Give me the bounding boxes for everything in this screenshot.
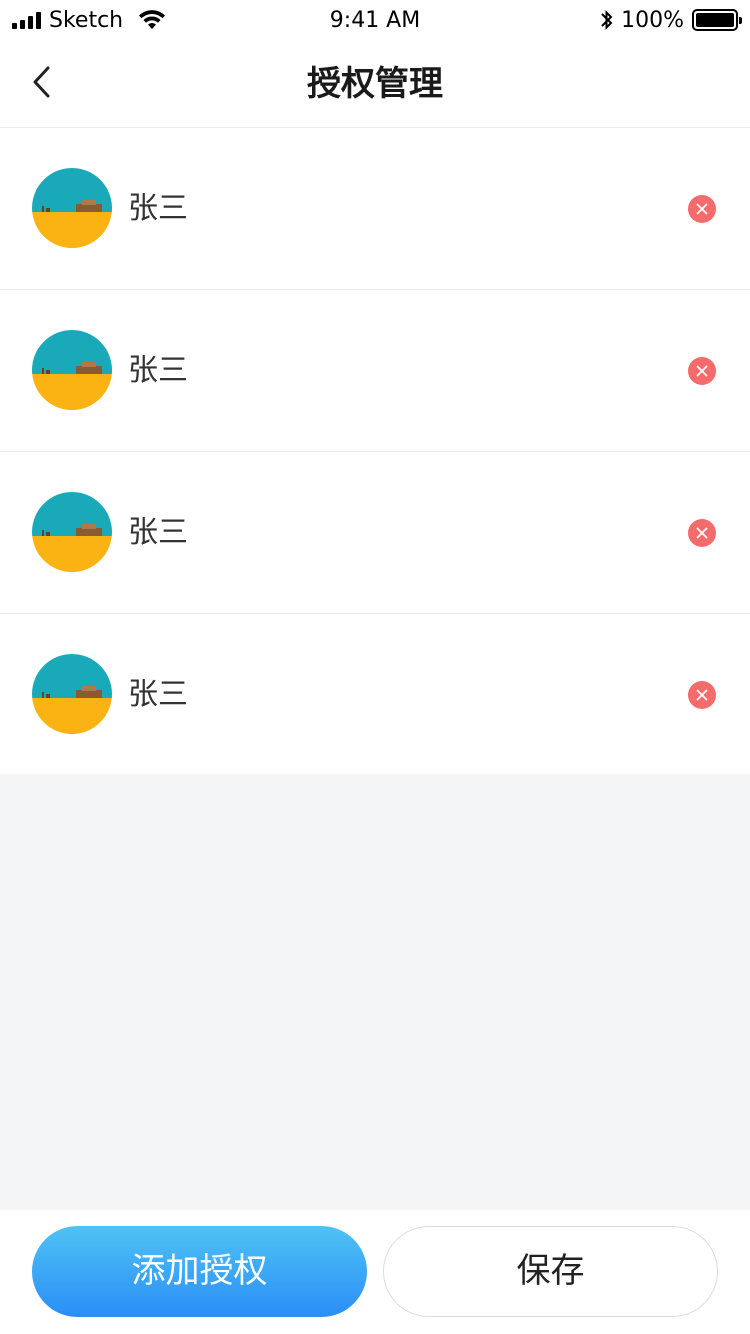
remove-user-button[interactable] [688,519,716,547]
user-name: 张三 [128,191,188,226]
user-list: 张三 张三 张三 张三 [0,128,750,774]
save-button[interactable]: 保存 [383,1226,718,1317]
user-avatar [32,492,112,572]
remove-user-button[interactable] [688,195,716,223]
close-circle-icon [696,527,708,539]
user-avatar [32,330,112,410]
battery-percent: 100% [621,7,684,33]
close-circle-icon [696,203,708,215]
nav-bar: 授权管理 [0,40,750,128]
user-name: 张三 [128,353,188,388]
status-bar: Sketch 9:41 AM 100% [0,0,750,40]
bottom-action-bar: 添加授权 保存 [0,1210,750,1334]
status-right: 100% [599,6,742,34]
remove-user-button[interactable] [688,357,716,385]
user-name: 张三 [128,677,188,712]
user-avatar [32,168,112,248]
list-item: 张三 [0,452,750,614]
page-title: 授权管理 [307,64,443,104]
back-button[interactable] [22,60,62,104]
bluetooth-icon [601,10,613,30]
list-item: 张三 [0,614,750,774]
chevron-left-icon [33,66,50,98]
user-avatar [32,654,112,734]
add-authorization-button[interactable]: 添加授权 [32,1226,367,1317]
user-name: 张三 [128,515,188,550]
list-item: 张三 [0,290,750,452]
battery-icon [692,9,742,31]
remove-user-button[interactable] [688,681,716,709]
close-circle-icon [696,365,708,377]
close-circle-icon [696,689,708,701]
list-item: 张三 [0,128,750,290]
